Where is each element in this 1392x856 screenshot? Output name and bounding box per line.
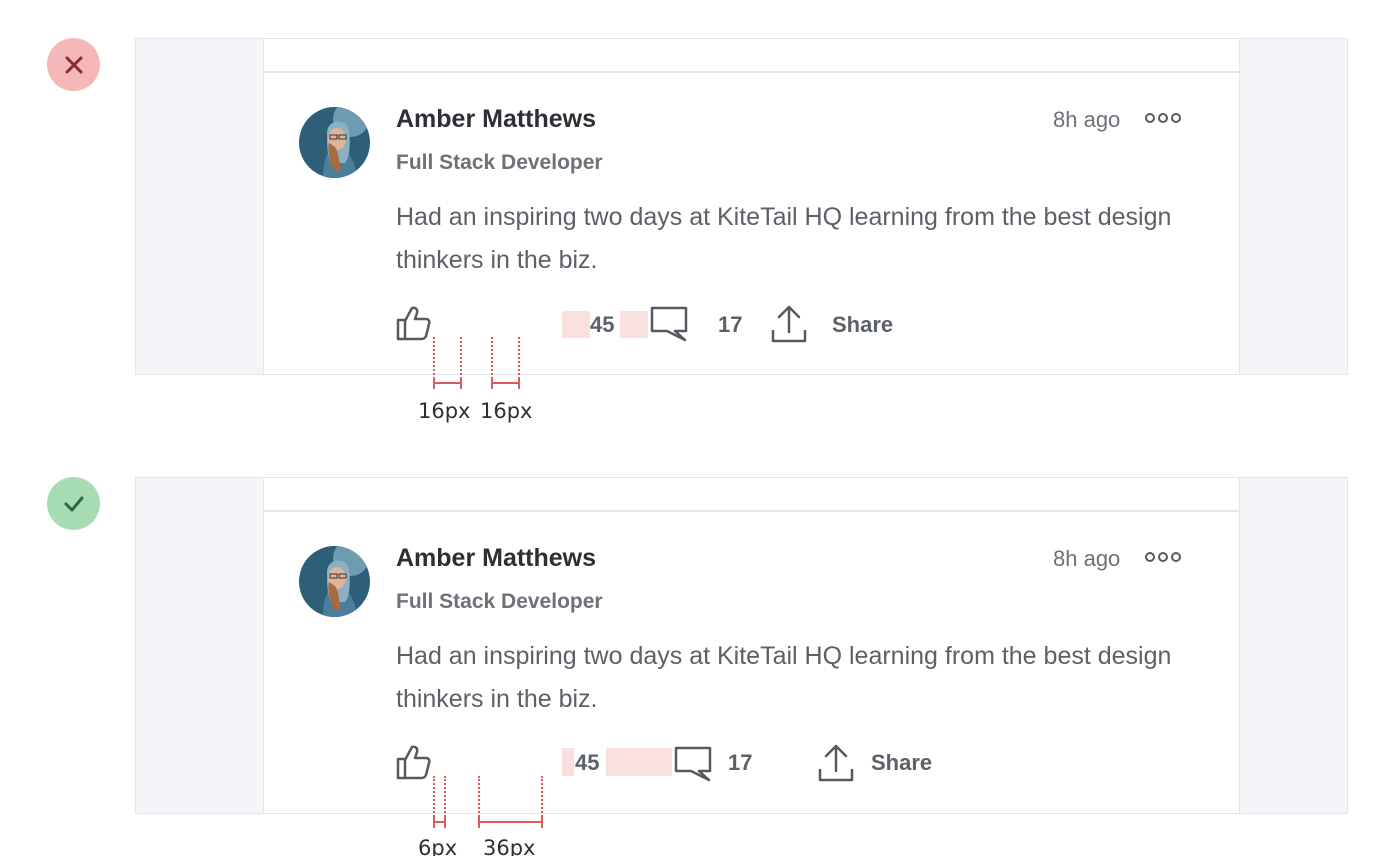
- more-options-icon[interactable]: [1145, 113, 1181, 123]
- post-timestamp: 8h ago: [1053, 546, 1121, 571]
- author-role: Full Stack Developer: [396, 590, 603, 613]
- gap-highlight: [562, 748, 574, 776]
- comment-count: 17: [718, 312, 743, 337]
- avatar[interactable]: [299, 107, 370, 178]
- measure-label: 16px: [480, 399, 533, 423]
- post-text: Had an inspiring two days at KiteTail HQ…: [396, 203, 1172, 274]
- incorrect-badge: [47, 38, 100, 91]
- share-button[interactable]: Share: [832, 312, 893, 338]
- post-card: Amber Matthews Full Stack Developer 8h a…: [263, 39, 1240, 374]
- avatar[interactable]: [299, 546, 370, 617]
- check-icon: [64, 496, 83, 511]
- post-text: Had an inspiring two days at KiteTail HQ…: [396, 642, 1172, 713]
- more-options-icon[interactable]: [1145, 552, 1181, 562]
- comment-icon[interactable]: [650, 306, 688, 342]
- measure-bracket: [491, 377, 520, 389]
- gap-highlight: [606, 748, 672, 776]
- comment-count: 17: [728, 750, 753, 775]
- post-timestamp: 8h ago: [1053, 107, 1121, 132]
- gap-highlight: [562, 311, 590, 338]
- close-icon: [65, 56, 82, 73]
- author-name[interactable]: Amber Matthews: [396, 105, 596, 134]
- correct-example: Amber Matthews Full Stack Developer 8h a…: [135, 477, 1348, 814]
- gap-highlight: [620, 311, 648, 338]
- author-role: Full Stack Developer: [396, 151, 603, 174]
- correct-badge: [47, 477, 100, 530]
- measure-label: 6px: [418, 836, 458, 856]
- share-icon[interactable]: [771, 304, 807, 344]
- incorrect-example: Amber Matthews Full Stack Developer 8h a…: [135, 38, 1348, 375]
- measure-bracket: [433, 816, 446, 828]
- thumbs-up-icon[interactable]: [395, 743, 433, 781]
- author-name[interactable]: Amber Matthews: [396, 544, 596, 573]
- like-count: 45: [575, 750, 600, 775]
- share-icon[interactable]: [818, 743, 854, 783]
- post-card: Amber Matthews Full Stack Developer 8h a…: [263, 478, 1240, 813]
- divider: [264, 71, 1239, 73]
- measure-label: 36px: [483, 836, 536, 856]
- like-count: 45: [590, 312, 615, 337]
- measure-bracket: [478, 816, 543, 828]
- share-button[interactable]: Share: [871, 750, 932, 776]
- thumbs-up-icon[interactable]: [395, 304, 433, 342]
- comment-icon[interactable]: [674, 746, 712, 782]
- divider: [264, 510, 1239, 512]
- measure-label: 16px: [418, 399, 471, 423]
- measure-bracket: [433, 377, 462, 389]
